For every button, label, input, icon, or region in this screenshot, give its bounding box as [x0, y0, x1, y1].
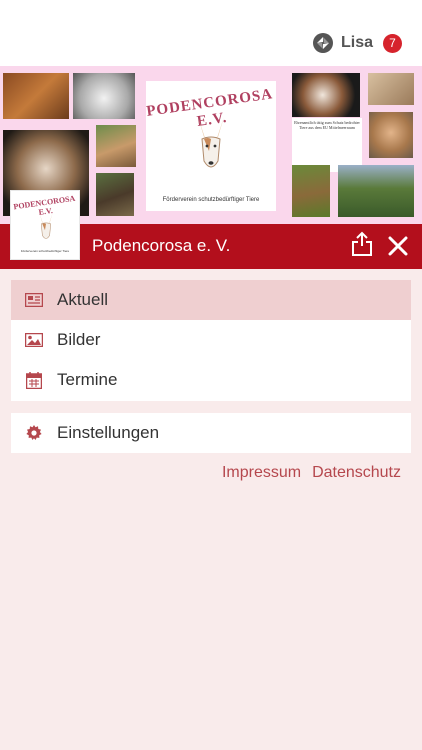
menu-item-aktuell[interactable]: Aktuell [11, 280, 411, 320]
dog-photo [96, 125, 136, 167]
user-menu[interactable]: Lisa 7 [312, 33, 402, 53]
user-name: Lisa [340, 34, 373, 51]
menu-item-label: Bilder [57, 330, 101, 349]
share-icon[interactable] [350, 231, 374, 257]
dog-photo [96, 173, 134, 216]
datenschutz-link[interactable]: Datenschutz [312, 464, 401, 482]
profile-icon [312, 33, 333, 53]
podencorosa-logo: PODENCOROSA E.V. Förderverein schutzbedü… [145, 81, 276, 211]
header-logo: PODENCOROSA E.V. Förderverein schutzbedü… [10, 190, 80, 260]
landscape-photo [338, 165, 414, 217]
dog-photo [369, 112, 413, 158]
info-note: Ehrenamtlich tätig zum Schutz bedrohter … [292, 118, 362, 172]
dog-photo [73, 73, 135, 119]
notification-badge[interactable]: 7 [383, 33, 402, 53]
dog-photo [292, 165, 330, 217]
gear-icon [25, 424, 43, 442]
calendar-icon [25, 371, 43, 389]
menu-item-einstellungen[interactable]: Einstellungen [11, 413, 411, 453]
menu-item-label: Termine [57, 370, 118, 389]
dog-photo [3, 73, 69, 119]
logo-subtitle: Förderverein schutzbedürftiger Tiere [162, 197, 260, 203]
newspaper-icon [25, 291, 43, 309]
header-logo-subtitle: Förderverein schutzbedürftiger Tiere [20, 249, 70, 253]
dog-photo [292, 73, 360, 117]
impressum-link[interactable]: Impressum [222, 464, 301, 482]
top-bar: Lisa 7 [0, 0, 422, 66]
settings-menu: Einstellungen [11, 413, 411, 453]
footer-links: Impressum Datenschutz [211, 464, 401, 482]
close-icon[interactable] [388, 236, 408, 256]
dog-photo [368, 73, 414, 105]
menu-item-label: Einstellungen [57, 423, 160, 442]
menu-item-termine[interactable]: Termine [11, 360, 411, 400]
image-icon [25, 331, 43, 349]
main-menu: Aktuell Bilder Termine [11, 280, 411, 401]
menu-item-bilder[interactable]: Bilder [11, 320, 411, 360]
dog-logo-icon [39, 212, 53, 239]
dog-logo-icon [198, 117, 224, 168]
page-title: Podencorosa e. V. [92, 236, 231, 255]
menu-item-label: Aktuell [57, 290, 109, 309]
